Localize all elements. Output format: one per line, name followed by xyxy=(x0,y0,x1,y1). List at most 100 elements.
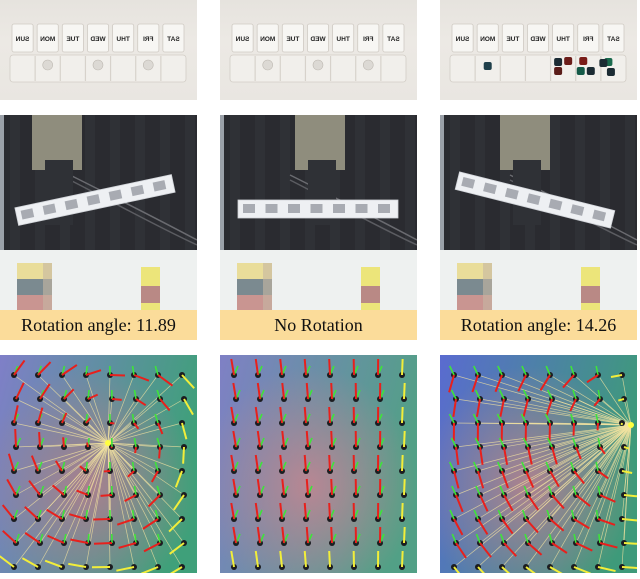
red-vector xyxy=(305,382,309,400)
red-vector xyxy=(328,406,331,424)
pillbox-photo-left: SUN MON TUE WED THU FRI SAT xyxy=(0,0,197,100)
red-vector xyxy=(330,526,333,544)
red-vector xyxy=(305,430,309,448)
yellow-vector xyxy=(403,526,406,544)
curtain-fold xyxy=(280,115,290,250)
day-label: SAT xyxy=(387,36,400,43)
yellow-vector xyxy=(401,406,404,424)
yellow-vector xyxy=(623,542,637,545)
day-label: MON xyxy=(260,36,275,43)
day-label: SAT xyxy=(167,36,180,43)
day-label: SUN xyxy=(15,36,29,43)
red-vector xyxy=(158,446,161,459)
red-vector xyxy=(14,428,17,448)
clear-pill xyxy=(42,59,54,71)
clear-pill xyxy=(262,59,274,71)
stacked-block xyxy=(581,303,600,310)
red-vector xyxy=(86,442,89,448)
weight-die xyxy=(554,67,563,75)
frame-edge xyxy=(0,115,4,250)
curtain-fold xyxy=(575,115,585,250)
stacked-block xyxy=(141,303,160,310)
red-vector xyxy=(134,446,137,454)
marker-displacement-plot xyxy=(440,355,637,573)
red-vector xyxy=(330,478,333,496)
block-side xyxy=(483,263,492,310)
red-vector xyxy=(328,502,331,520)
curtain-fold xyxy=(185,115,195,250)
red-vector xyxy=(110,446,113,449)
day-label: SUN xyxy=(235,36,249,43)
gripper-illustration xyxy=(440,115,637,310)
marker-field-center xyxy=(220,355,417,573)
day-label: TUE xyxy=(286,36,300,43)
red-vector xyxy=(111,398,122,401)
curtain-fold xyxy=(550,115,560,250)
red-vector xyxy=(305,526,309,544)
stacked-block xyxy=(141,267,160,286)
stacked-block xyxy=(141,286,160,305)
red-vector xyxy=(100,494,113,497)
pillbox-window xyxy=(333,204,345,213)
red-vector xyxy=(38,431,41,448)
gripper-photo-center xyxy=(220,115,417,310)
marker-field-left xyxy=(0,355,197,573)
rotation-center xyxy=(105,440,111,446)
rotation-label-center: No Rotation xyxy=(220,310,417,340)
day-label: WED xyxy=(530,36,545,43)
rotation-label-left: Rotation angle: 11.89 xyxy=(0,310,197,340)
red-vector xyxy=(330,382,333,400)
curtain-fold xyxy=(405,115,415,250)
red-vector xyxy=(93,542,113,545)
curtain-fold xyxy=(10,115,20,250)
yellow-vector xyxy=(401,358,404,376)
red-vector xyxy=(62,437,65,448)
curtain-fold xyxy=(355,115,365,250)
pillbox-photo-right: SUN MON TUE WED THU FRI SAT xyxy=(440,0,637,100)
red-vector xyxy=(330,430,333,448)
clear-pill xyxy=(92,59,104,71)
green-vector xyxy=(87,533,90,544)
yellow-vector xyxy=(182,446,185,464)
day-label: SUN xyxy=(455,36,469,43)
pillbox-illustration: SUN MON TUE WED THU FRI SAT xyxy=(229,23,407,83)
block-side xyxy=(43,263,52,310)
day-label: FRI xyxy=(363,36,374,43)
yellow-vector xyxy=(401,454,404,472)
stacked-block xyxy=(361,267,380,286)
green-vector xyxy=(87,485,90,496)
weight-die xyxy=(564,57,573,65)
weight-die xyxy=(599,59,608,67)
red-vector xyxy=(303,454,307,472)
gripper-illustration xyxy=(0,115,197,310)
pillbox-window xyxy=(243,204,255,213)
day-label: WED xyxy=(90,36,105,43)
day-label: MON xyxy=(480,36,495,43)
weight-die xyxy=(586,67,595,75)
day-label: FRI xyxy=(143,36,154,43)
curtain-fold xyxy=(110,115,120,250)
weight-die xyxy=(576,67,585,75)
clear-pill xyxy=(312,59,324,71)
pillbox-illustration: SUN MON TUE WED THU FRI SAT xyxy=(9,23,187,83)
weight-die xyxy=(554,58,563,66)
day-label: FRI xyxy=(583,36,594,43)
gripper-illustration xyxy=(220,115,417,310)
yellow-vector xyxy=(401,550,404,568)
curtain-fold xyxy=(625,115,635,250)
marker-field-right xyxy=(440,355,637,573)
yellow-vector xyxy=(401,502,404,520)
yellow-vector xyxy=(403,382,406,400)
red-vector xyxy=(328,454,331,472)
held-pillbox xyxy=(237,199,399,219)
day-label: TUE xyxy=(506,36,520,43)
stacked-block xyxy=(581,286,600,305)
marker-displacement-plot xyxy=(0,355,197,573)
rotation-label-right: Rotation angle: 14.26 xyxy=(440,310,637,340)
stacked-block xyxy=(581,267,600,286)
yellow-vector xyxy=(403,430,406,448)
day-label: THU xyxy=(116,36,130,43)
day-label: MON xyxy=(40,36,55,43)
pillbox-window xyxy=(288,204,300,213)
yellow-vector xyxy=(303,550,307,568)
